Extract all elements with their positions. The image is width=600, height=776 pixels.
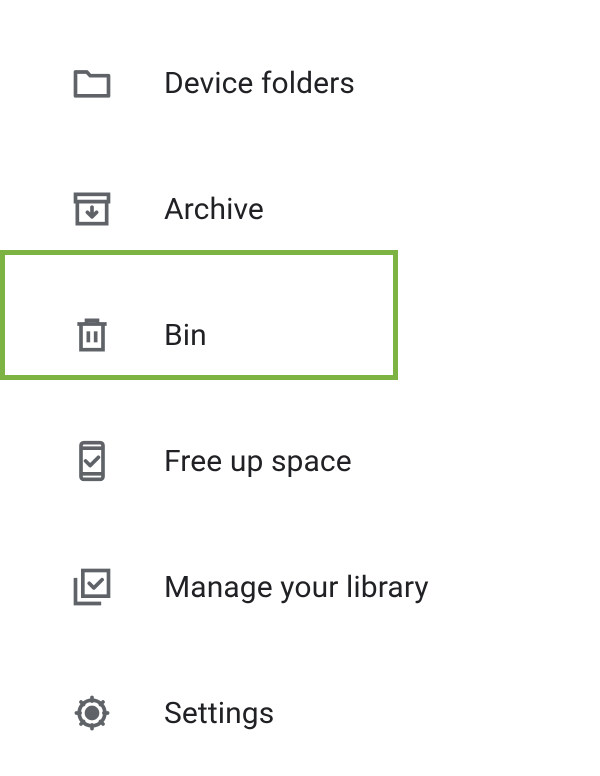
menu-item-archive[interactable]: Archive <box>0 146 600 272</box>
menu-item-label: Archive <box>164 192 264 227</box>
trash-icon <box>70 313 114 357</box>
menu-item-label: Manage your library <box>164 570 429 605</box>
menu-item-settings[interactable]: Settings <box>0 650 600 776</box>
folder-icon <box>70 61 114 105</box>
archive-icon <box>70 187 114 231</box>
menu-item-label: Device folders <box>164 66 355 101</box>
menu-item-manage-library[interactable]: Manage your library <box>0 524 600 650</box>
menu-list: Device folders Archive Bin <box>0 0 600 776</box>
menu-item-label: Settings <box>164 696 274 731</box>
menu-item-free-up-space[interactable]: Free up space <box>0 398 600 524</box>
menu-item-bin[interactable]: Bin <box>0 272 600 398</box>
phone-check-icon <box>70 439 114 483</box>
library-check-icon <box>70 565 114 609</box>
gear-icon <box>70 691 114 735</box>
menu-item-label: Free up space <box>164 444 352 479</box>
menu-item-device-folders[interactable]: Device folders <box>0 20 600 146</box>
menu-item-label: Bin <box>164 318 207 353</box>
